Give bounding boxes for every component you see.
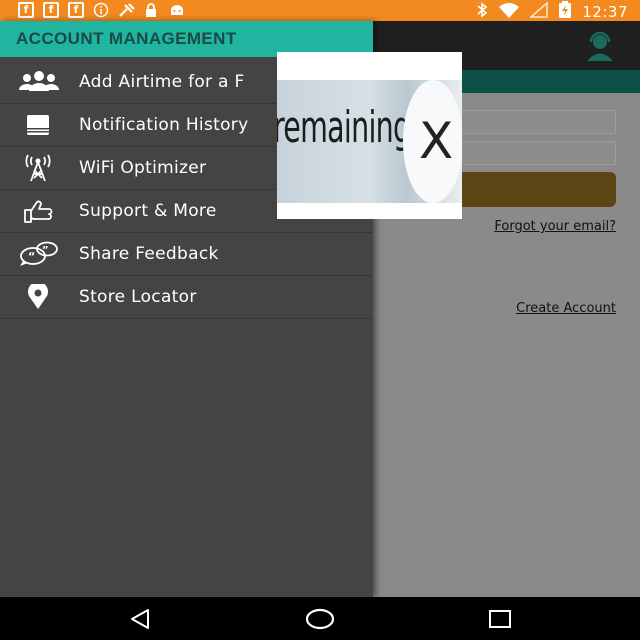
drawer-item-label: Store Locator	[79, 287, 197, 307]
ad-image: remaining X	[277, 80, 462, 203]
status-bar: f f f 12:37	[0, 0, 640, 21]
drawer-item-label: Share Feedback	[79, 244, 219, 264]
thumbs-up-icon	[17, 197, 61, 225]
facebook-icon: f	[18, 2, 34, 18]
lock-icon	[143, 2, 159, 18]
home-icon[interactable]	[305, 607, 335, 631]
clock: 12:37	[582, 3, 628, 21]
drawer-item-label: WiFi Optimizer	[79, 158, 207, 178]
antenna-icon	[17, 154, 61, 182]
system-icons: 12:37	[476, 1, 628, 23]
recents-icon[interactable]	[488, 607, 512, 631]
drawer-item-store-locator[interactable]: Store Locator	[0, 276, 373, 319]
support-agent-icon[interactable]	[583, 30, 617, 62]
email-field[interactable]	[440, 110, 616, 134]
people-icon	[17, 68, 61, 96]
feedback-bubbles-icon: “ ”	[17, 240, 61, 268]
notification-icons: f f f	[18, 2, 184, 18]
wifi-icon	[498, 2, 520, 22]
notification-icon	[17, 111, 61, 139]
forgot-email-link[interactable]: Forgot your email?	[494, 219, 616, 234]
svg-text:“: “	[28, 250, 35, 263]
svg-text:”: ”	[42, 245, 49, 256]
drawer-item-share-feedback[interactable]: “ ” Share Feedback	[0, 233, 373, 276]
tools-icon	[118, 2, 135, 18]
back-icon[interactable]	[128, 607, 152, 631]
ad-banner[interactable]: remaining X	[277, 52, 462, 219]
drawer-item-label: Notification History	[79, 115, 249, 135]
android-icon	[168, 2, 184, 18]
drawer-item-label: Support & More	[79, 201, 217, 221]
facebook-icon: f	[68, 2, 84, 18]
facebook-icon: f	[43, 2, 59, 18]
password-field[interactable]	[440, 141, 616, 165]
location-pin-icon	[17, 283, 61, 311]
info-icon	[93, 2, 109, 18]
drawer-item-label: Add Airtime for a F	[79, 72, 245, 92]
bluetooth-icon	[476, 2, 488, 22]
close-icon[interactable]: X	[419, 112, 453, 170]
login-button[interactable]	[440, 172, 616, 207]
ad-text: remaining	[277, 102, 411, 153]
battery-charging-icon	[558, 1, 572, 23]
system-nav-bar	[0, 597, 640, 640]
signal-icon	[529, 1, 549, 22]
create-account-link[interactable]: Create Account	[516, 301, 616, 316]
